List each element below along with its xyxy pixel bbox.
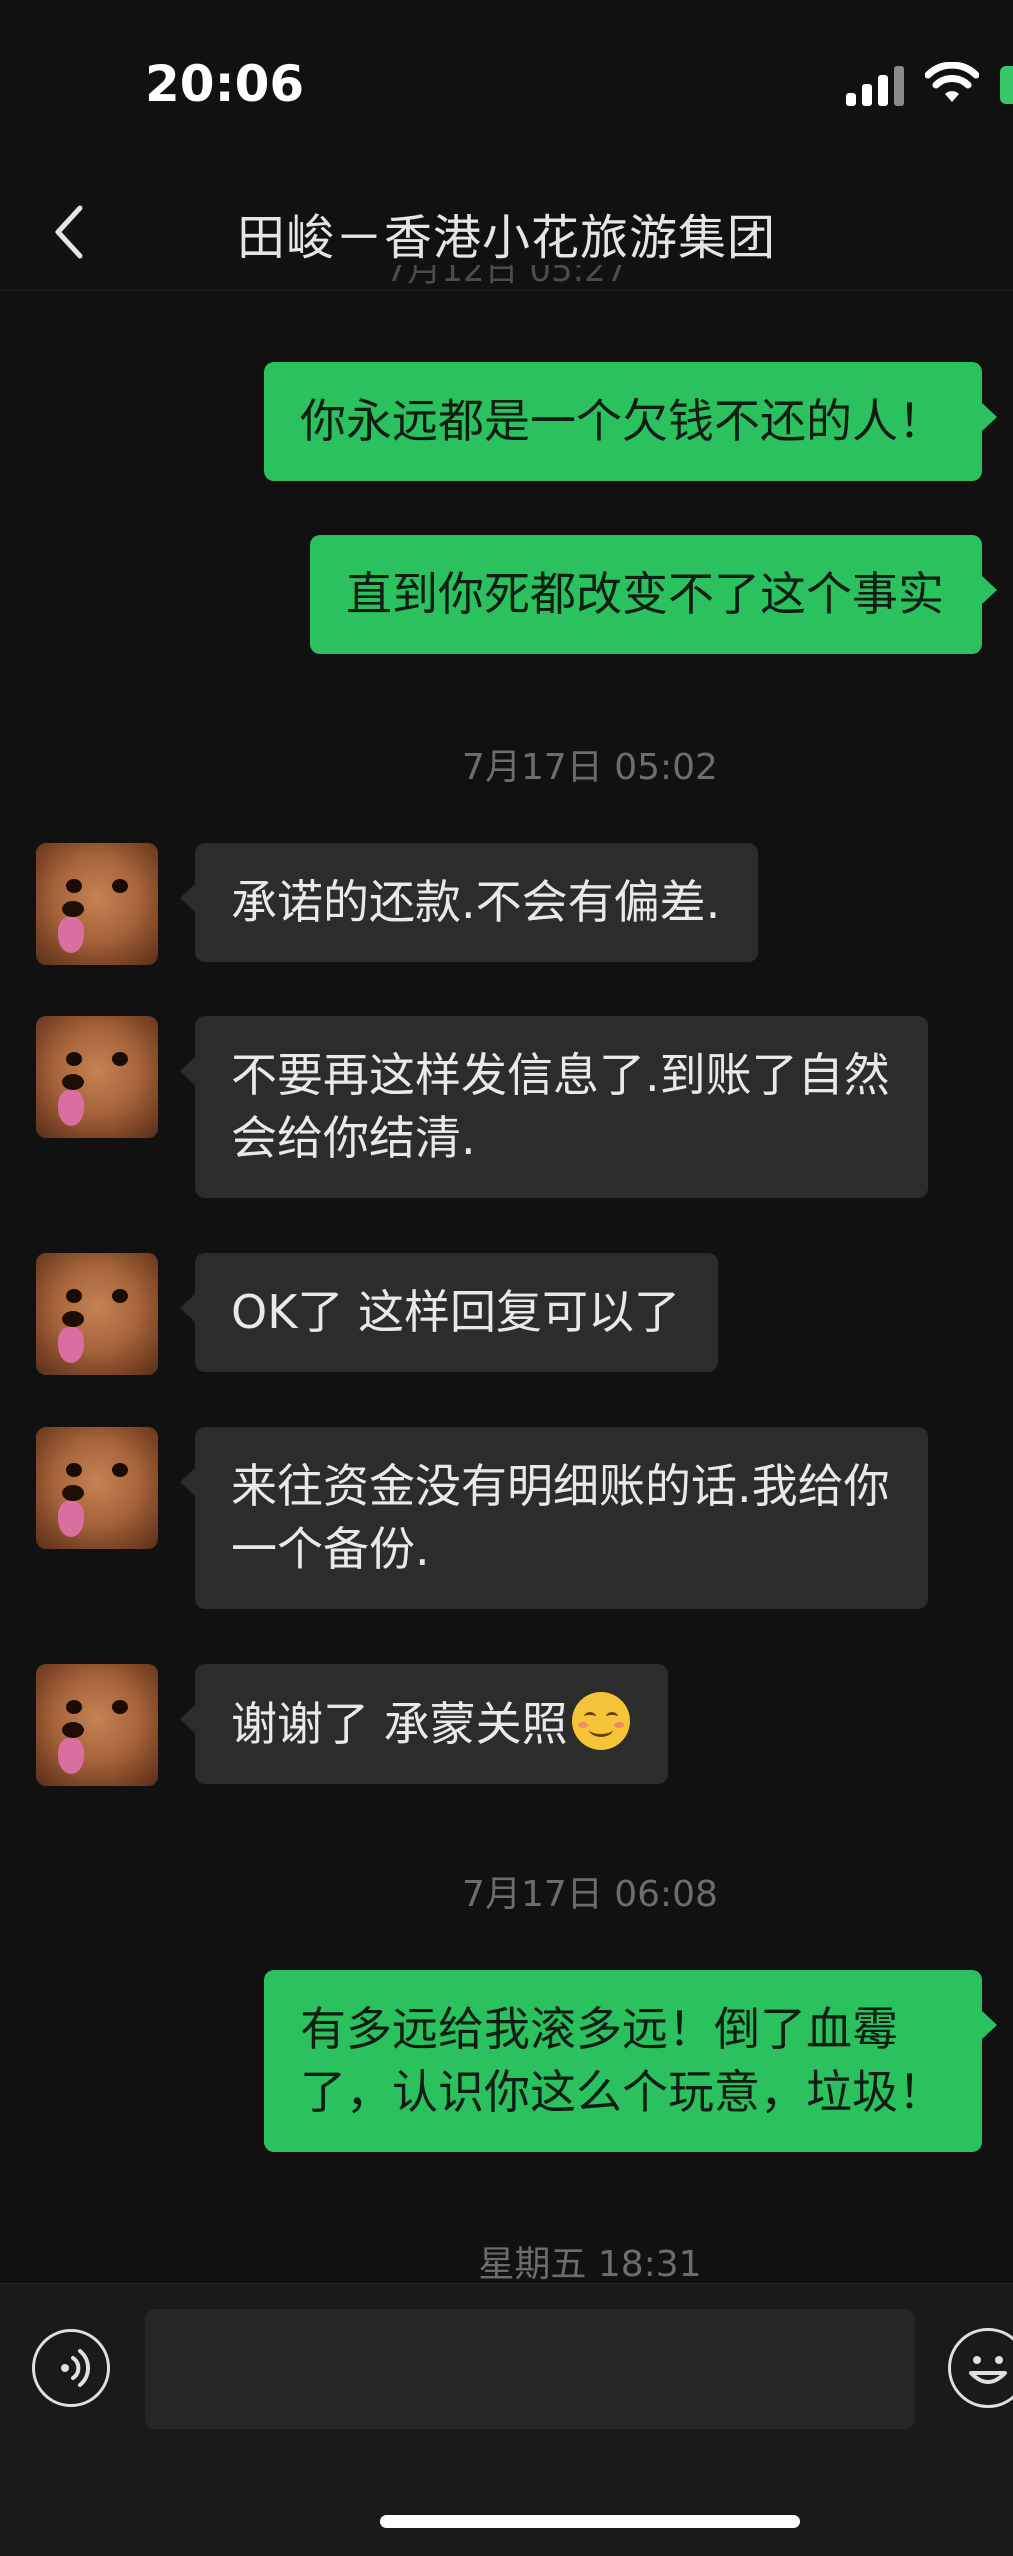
battery-icon xyxy=(1000,66,1013,104)
contact-avatar[interactable] xyxy=(36,1016,158,1138)
contact-avatar[interactable] xyxy=(36,843,158,965)
message-line: 一个备份. xyxy=(231,1522,430,1576)
message-line: 会给你结清. xyxy=(231,1111,476,1165)
timestamp: 7月12日 05:27 xyxy=(385,265,628,290)
message-bubble-incoming[interactable]: 来往资金没有明细账的话.我给你 一个备份. xyxy=(180,1427,928,1609)
message-line: 了，认识你这么个玩意，垃圾！ xyxy=(300,2065,944,2119)
message-bubble-incoming[interactable]: OK了 这样回复可以了 xyxy=(180,1253,718,1372)
contact-avatar[interactable] xyxy=(36,1664,158,1786)
contact-avatar[interactable] xyxy=(36,1427,158,1549)
timestamp: 7月17日 06:08 xyxy=(462,1874,718,1915)
status-bar: 20:06 xyxy=(0,0,1013,170)
message-input[interactable] xyxy=(145,2309,915,2429)
message-line: 不要再这样发信息了.到账了自然 xyxy=(231,1048,890,1102)
message-bubble-outgoing[interactable]: 你永远都是一个欠钱不还的人！ xyxy=(264,362,997,481)
message-text: 谢谢了 承蒙关照 xyxy=(231,1697,568,1751)
status-time: 20:06 xyxy=(145,55,305,113)
emoji-icon[interactable] xyxy=(948,2328,1013,2408)
cellular-signal-icon xyxy=(846,64,906,106)
timestamp: 7月17日 05:02 xyxy=(462,747,718,788)
contact-name[interactable]: 田峻－香港小花旅游集团 xyxy=(0,198,1013,268)
message-bubble-outgoing[interactable]: 直到你死都改变不了这个事实 xyxy=(310,535,997,654)
wifi-icon xyxy=(925,62,979,102)
timestamp: 星期五 18:31 xyxy=(478,2244,702,2285)
contact-avatar[interactable] xyxy=(36,1253,158,1375)
smiling-face-icon xyxy=(571,1692,630,1750)
message-bubble-incoming[interactable]: 谢谢了 承蒙关照 xyxy=(180,1664,668,1784)
voice-icon[interactable] xyxy=(32,2329,110,2407)
message-bubble-incoming[interactable]: 承诺的还款.不会有偏差. xyxy=(179,843,759,962)
message-bubble-incoming[interactable]: 不要再这样发信息了.到账了自然 会给你结清. xyxy=(180,1016,928,1198)
message-line: 有多远给我滚多远！倒了血霉 xyxy=(300,2002,898,2056)
message-line: 来往资金没有明细账的话.我给你 xyxy=(231,1459,890,1513)
home-indicator[interactable] xyxy=(380,2515,800,2528)
message-bubble-outgoing[interactable]: 有多远给我滚多远！倒了血霉 了，认识你这么个玩意，垃圾！ xyxy=(264,1970,997,2152)
